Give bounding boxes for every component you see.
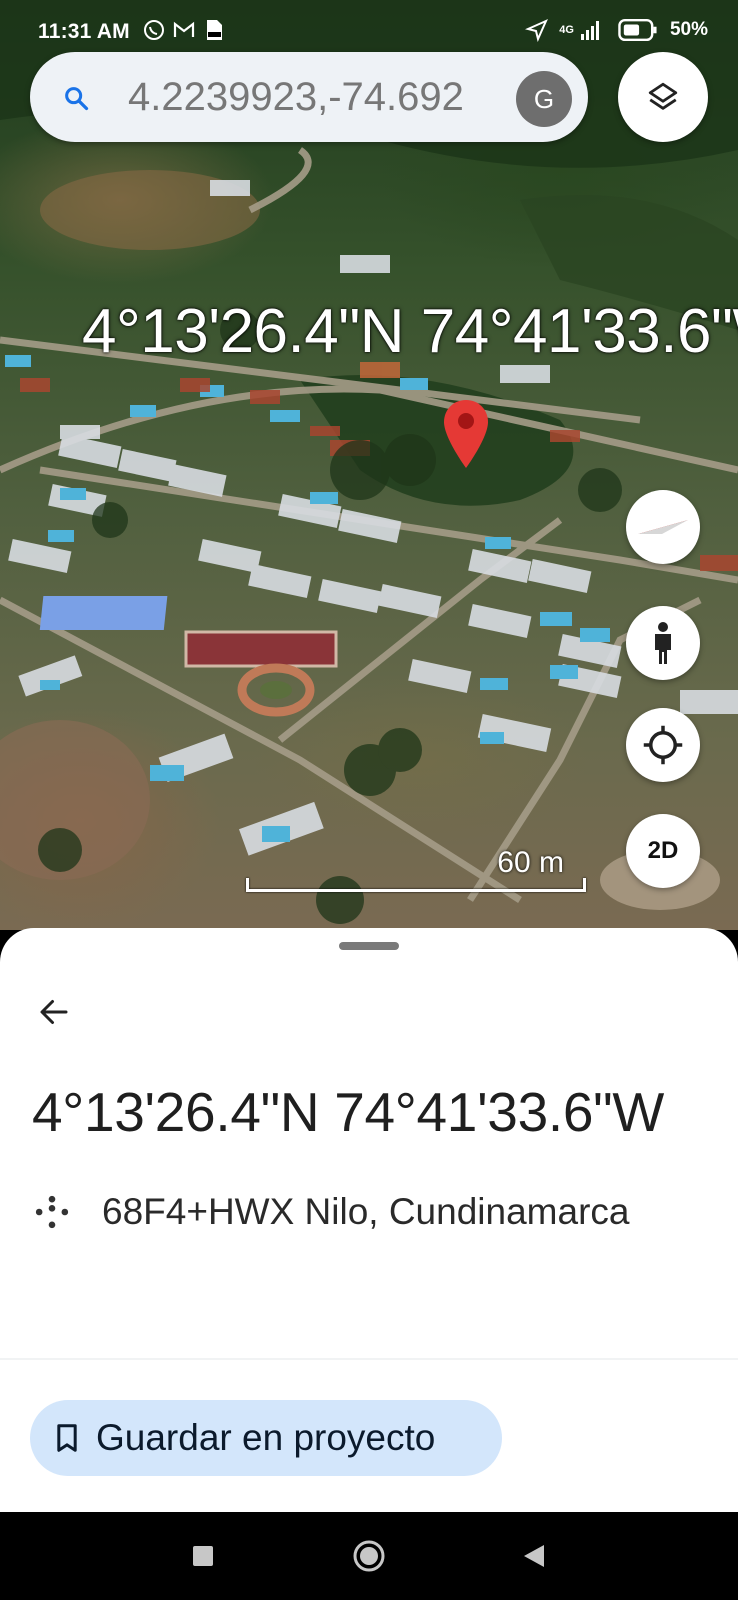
battery-icon: [618, 18, 657, 42]
save-button-label: Guardar en proyecto: [96, 1417, 436, 1458]
plus-code-text: 68F4+HWX Nilo, Cundinamarca: [102, 1191, 630, 1232]
scale-bar: [246, 878, 586, 892]
my-location-button[interactable]: [626, 708, 700, 782]
save-to-project-button[interactable]: Guardar en proyecto: [30, 1400, 502, 1476]
triangle-back-icon: [524, 1545, 544, 1567]
scale-label: 60 m: [497, 846, 564, 879]
crosshair-icon: [643, 725, 683, 765]
view-mode-button[interactable]: 2D: [626, 814, 700, 888]
pdf-icon: [207, 20, 222, 40]
plus-code-icon: [35, 1195, 69, 1229]
search-input[interactable]: [128, 72, 528, 122]
search-icon[interactable]: [62, 84, 90, 112]
street-view-button[interactable]: [626, 606, 700, 680]
system-nav-bar: [0, 1512, 738, 1600]
clock: 11:31 AM: [38, 20, 130, 43]
sheet-drag-handle[interactable]: [339, 942, 399, 950]
account-avatar[interactable]: G: [516, 71, 572, 127]
back-button[interactable]: [30, 988, 78, 1036]
square-icon: [193, 1546, 213, 1566]
place-title: 4°13'26.4"N 74°41'33.6"W: [32, 1081, 664, 1143]
map-coordinate-label: 4°13'26.4"N 74°41'33.6"W: [82, 297, 738, 366]
arrow-back-icon: [40, 1000, 68, 1024]
avatar-letter: G: [533, 83, 555, 114]
search-bar[interactable]: G: [30, 52, 588, 142]
section-divider: [0, 1358, 738, 1360]
location-pin-icon[interactable]: [440, 398, 492, 472]
circle-icon: [353, 1540, 385, 1572]
view-mode-label: 2D: [647, 837, 679, 864]
recents-button[interactable]: [183, 1536, 223, 1576]
layers-icon: [648, 82, 678, 110]
compass-icon: [638, 520, 688, 534]
gmail-icon: [173, 21, 195, 37]
bookmark-icon: [57, 1424, 77, 1452]
compass-button[interactable]: [626, 490, 700, 564]
satellite-map[interactable]: 11:31 AM 4G 50% G 4°13'26.4"N 74°4: [0, 0, 738, 930]
pegman-icon: [655, 622, 671, 664]
place-sheet: 4°13'26.4"N 74°41'33.6"W 68F4+HWX Nilo, …: [0, 928, 738, 1512]
map-scale: 60 m: [246, 846, 586, 898]
location-arrow-icon: [525, 19, 549, 42]
back-nav-button[interactable]: [514, 1536, 554, 1576]
network-type: 4G: [559, 24, 574, 36]
signal-icon: [580, 21, 599, 40]
layers-button[interactable]: [618, 52, 708, 142]
home-button[interactable]: [349, 1536, 389, 1576]
whatsapp-icon: [144, 20, 164, 40]
plus-code-row[interactable]: 68F4+HWX Nilo, Cundinamarca: [30, 1190, 629, 1234]
battery-percent: 50%: [669, 19, 708, 40]
